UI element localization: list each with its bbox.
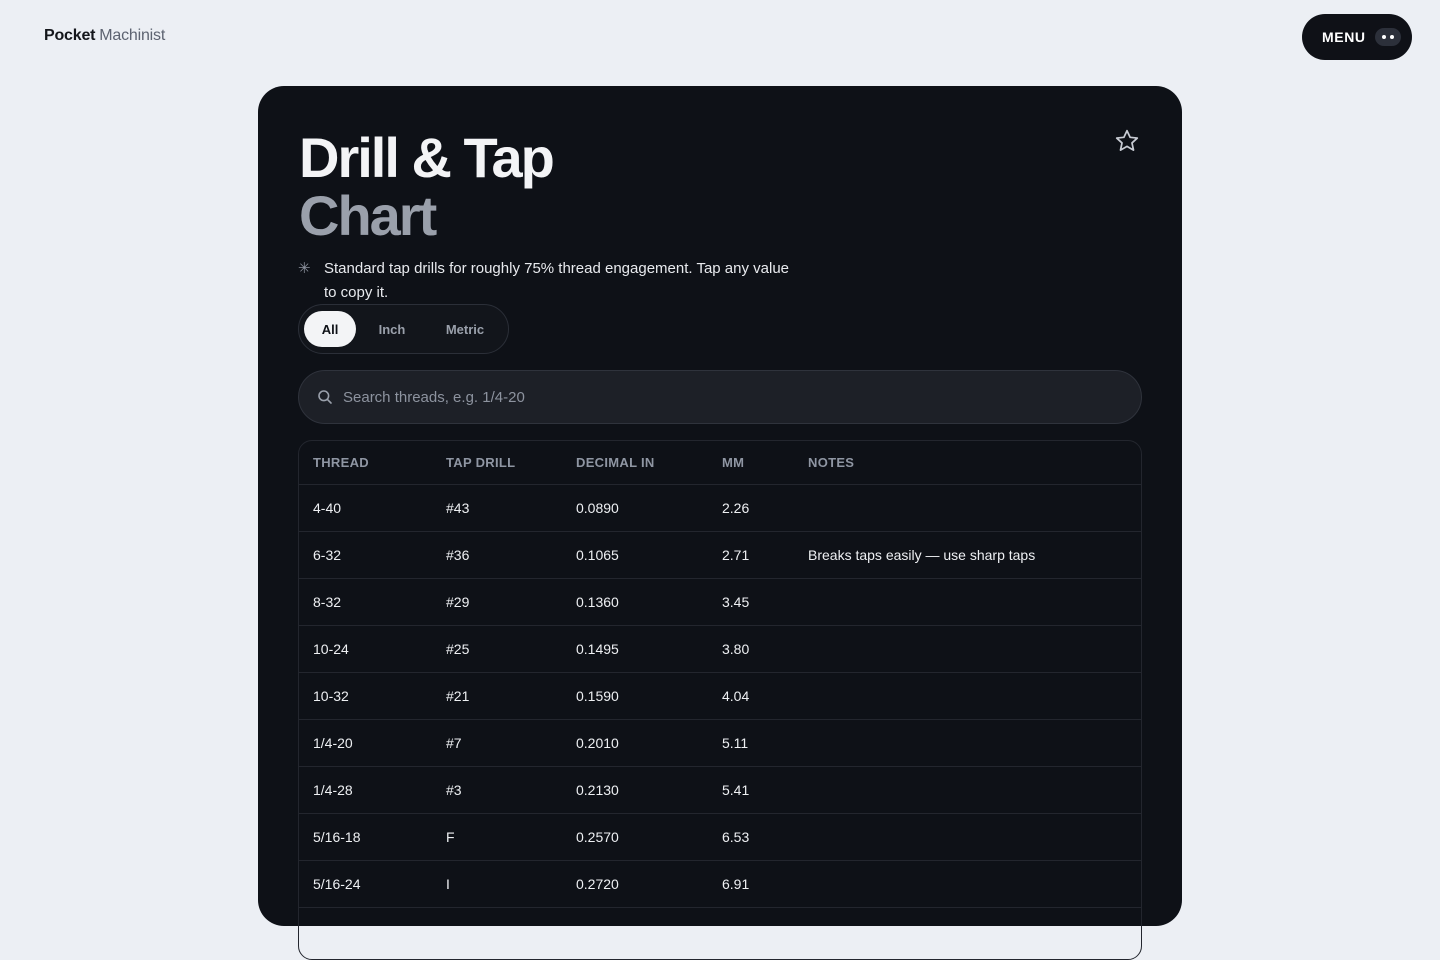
cell-thread[interactable]: 1/4-28: [313, 767, 353, 813]
cell-decimal-in[interactable]: 0.2130: [576, 767, 619, 813]
cell-thread[interactable]: 10-24: [313, 626, 349, 672]
cell-decimal-in[interactable]: 0.0890: [576, 485, 619, 531]
cell-thread[interactable]: 1/4-20: [313, 720, 353, 766]
table-row[interactable]: 5/16-18 F 0.2570 6.53: [299, 814, 1141, 861]
sparkle-icon: ✳: [298, 260, 311, 277]
brand-name-light: Machinist: [99, 27, 166, 44]
cell-mm[interactable]: 5.11: [722, 720, 748, 766]
cell-thread[interactable]: 8-32: [313, 579, 341, 625]
cell-notes: Breaks taps easily — use sharp taps: [808, 547, 1036, 563]
cell-decimal-in[interactable]: 0.2010: [576, 720, 619, 766]
cell-tap-drill[interactable]: F: [446, 814, 455, 860]
table-row[interactable]: 5/16-24 I 0.2720 6.91: [299, 861, 1141, 908]
search-icon: [318, 390, 332, 404]
star-icon[interactable]: [1114, 128, 1140, 154]
column-header-decimal-in[interactable]: DECIMAL IN: [576, 441, 655, 484]
cell-mm[interactable]: 5.41: [722, 767, 749, 813]
filter-segmented-control: All Inch Metric: [298, 304, 509, 354]
cell-mm[interactable]: 6.53: [722, 814, 749, 860]
menu-button[interactable]: MENU: [1302, 14, 1412, 60]
cell-thread[interactable]: 10-32: [313, 673, 349, 719]
cell-decimal-in[interactable]: 0.1590: [576, 673, 619, 719]
page-description: Standard tap drills for roughly 75% thre…: [324, 260, 790, 301]
table-header: THREAD TAP DRILL DECIMAL IN MM NOTES: [299, 441, 1141, 485]
brand-name-bold: Pocket: [44, 27, 96, 44]
cell-tap-drill[interactable]: #29: [446, 579, 469, 625]
table-row[interactable]: 8-32 #29 0.1360 3.45: [299, 579, 1141, 626]
column-header-tap-drill[interactable]: TAP DRILL: [446, 441, 515, 484]
column-header-mm[interactable]: MM: [722, 441, 744, 484]
cell-thread[interactable]: 6-32: [313, 532, 341, 578]
cell-tap-drill[interactable]: #3: [446, 767, 462, 813]
table-row[interactable]: 6-32 #36 0.1065 2.71 Breaks taps easily …: [299, 532, 1141, 579]
cell-tap-drill[interactable]: #7: [446, 720, 462, 766]
cell-thread[interactable]: 5/16-24: [313, 861, 360, 907]
more-dots-icon: [1375, 28, 1401, 46]
filter-inch-button[interactable]: Inch: [363, 311, 421, 347]
cell-decimal-in[interactable]: 0.1065: [576, 532, 619, 578]
search-bar: [298, 370, 1142, 424]
thread-table: THREAD TAP DRILL DECIMAL IN MM NOTES 4-4…: [298, 440, 1142, 960]
page-title-secondary: Chart: [299, 184, 437, 247]
cell-tap-drill[interactable]: #25: [446, 626, 469, 672]
column-header-thread[interactable]: THREAD: [313, 441, 369, 484]
cell-mm[interactable]: 3.45: [722, 579, 749, 625]
cell-decimal-in[interactable]: 0.2720: [576, 861, 619, 907]
chart-card: Drill & Tap Chart ✳ Standard tap drills …: [258, 86, 1182, 960]
table-row[interactable]: 1/4-20 #7 0.2010 5.11: [299, 720, 1141, 767]
cell-tap-drill[interactable]: #21: [446, 673, 469, 719]
filter-all-button[interactable]: All: [304, 311, 356, 347]
cell-tap-drill[interactable]: #36: [446, 532, 469, 578]
cell-decimal-in[interactable]: 0.2570: [576, 814, 619, 860]
cell-tap-drill[interactable]: #43: [446, 485, 469, 531]
table-row[interactable]: 1/4-28 #3 0.2130 5.41: [299, 767, 1141, 814]
table-row[interactable]: 10-32 #21 0.1590 4.04: [299, 673, 1141, 720]
table-row[interactable]: 4-40 #43 0.0890 2.26: [299, 485, 1141, 532]
page-title: Drill & Tap: [299, 126, 555, 189]
cell-decimal-in[interactable]: 0.1495: [576, 626, 619, 672]
brand-logo[interactable]: Pocket Machinist: [44, 27, 165, 45]
cell-tap-drill[interactable]: I: [446, 861, 450, 907]
top-bar: Pocket Machinist MENU: [0, 0, 1440, 74]
search-input[interactable]: [343, 371, 1123, 423]
cell-mm[interactable]: 2.26: [722, 485, 749, 531]
table-row[interactable]: 10-24 #25 0.1495 3.80: [299, 626, 1141, 673]
cell-mm[interactable]: 3.80: [722, 626, 749, 672]
column-header-notes: NOTES: [808, 455, 855, 470]
filter-metric-button[interactable]: Metric: [429, 311, 501, 347]
menu-label: MENU: [1322, 29, 1366, 45]
cell-mm[interactable]: 2.71: [722, 532, 749, 578]
cell-thread[interactable]: 5/16-18: [313, 814, 360, 860]
cell-mm[interactable]: 4.04: [722, 673, 749, 719]
cell-mm[interactable]: 6.91: [722, 861, 749, 907]
cell-thread[interactable]: 4-40: [313, 485, 341, 531]
cell-decimal-in[interactable]: 0.1360: [576, 579, 619, 625]
